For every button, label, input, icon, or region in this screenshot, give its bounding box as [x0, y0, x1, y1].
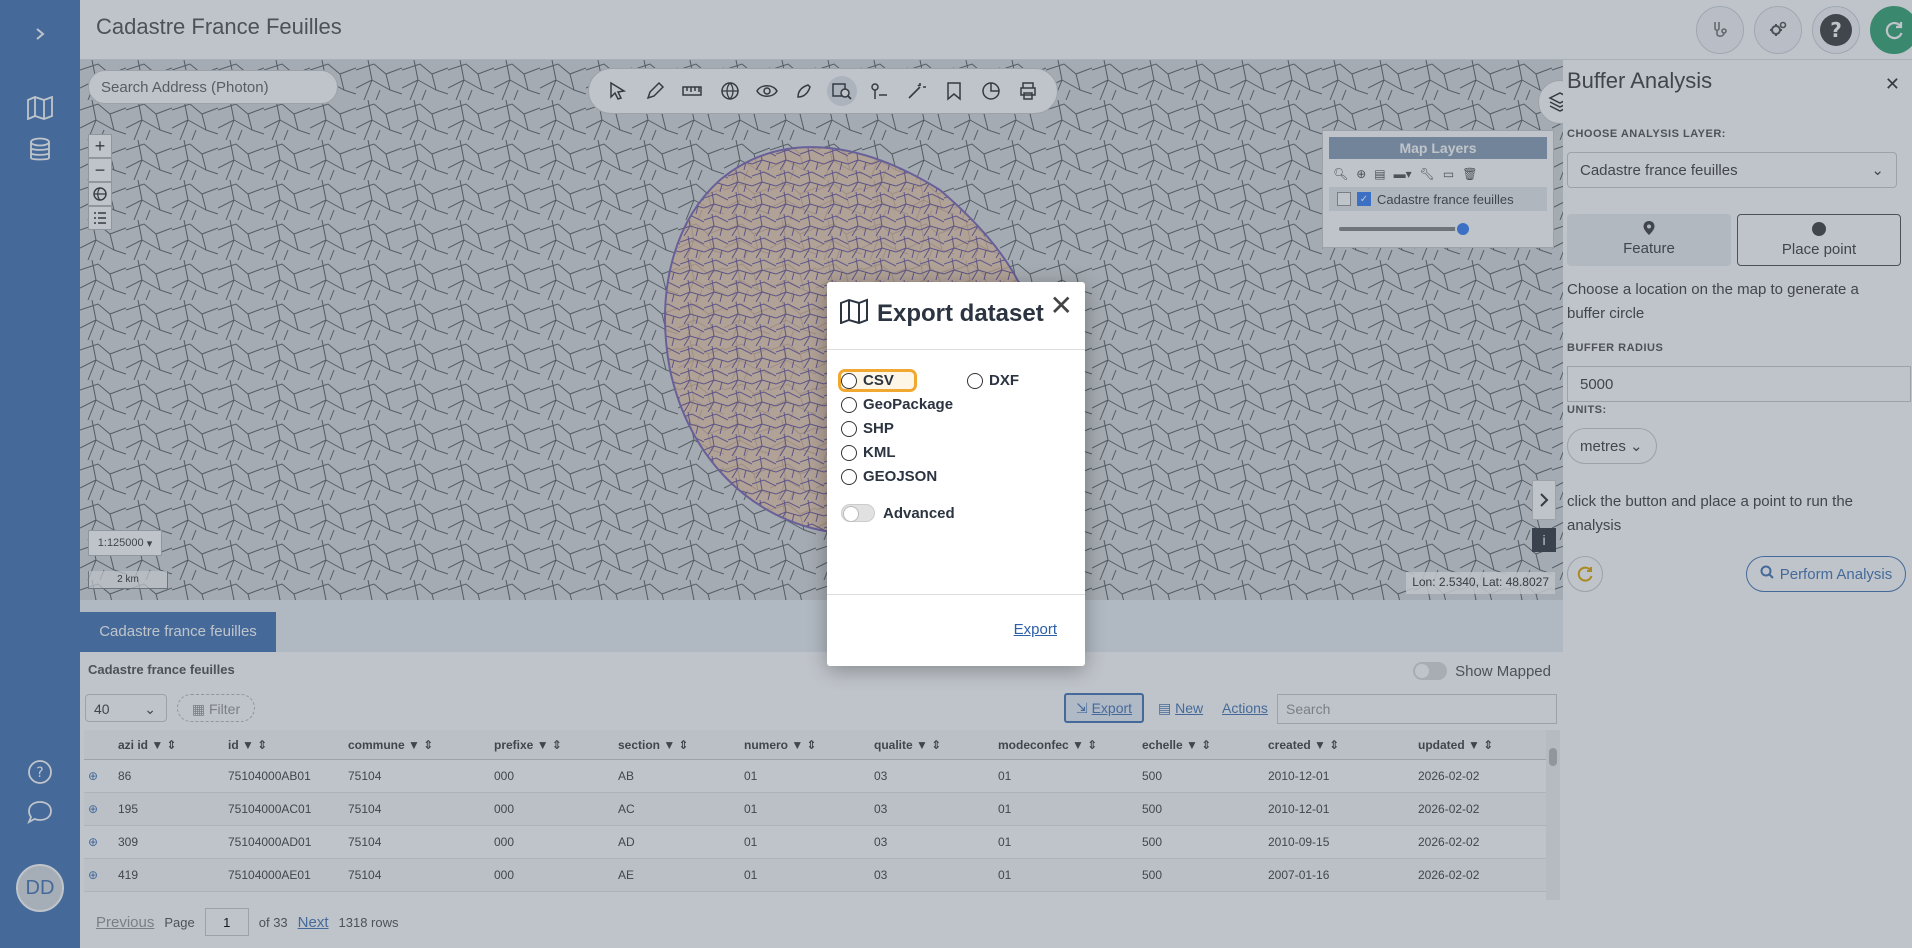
advanced-toggle[interactable]: [841, 504, 875, 522]
format-option-label: SHP: [863, 420, 894, 437]
radio-circle[interactable]: [841, 468, 857, 485]
format-option-label: KML: [863, 444, 896, 461]
radio-circle[interactable]: [841, 420, 857, 437]
format-option-label: GeoPackage: [863, 396, 954, 413]
format-option-csv[interactable]: CSV: [838, 369, 917, 392]
radio-circle[interactable]: [967, 372, 983, 389]
export-dataset-modal: Export dataset ✕ CSV DXF GeoPackage SHP …: [827, 282, 1085, 666]
export-button[interactable]: Export: [1014, 621, 1057, 638]
format-option-shp[interactable]: SHP: [841, 420, 894, 437]
advanced-toggle-row[interactable]: Advanced: [841, 504, 955, 522]
modal-header: Export dataset ✕: [827, 282, 1085, 350]
format-option-dxf[interactable]: DXF: [967, 372, 1019, 389]
modal-footer: Export: [827, 594, 1085, 666]
format-option-label: DXF: [989, 372, 1019, 389]
advanced-label: Advanced: [883, 504, 955, 522]
format-option-label: GEOJSON: [863, 468, 938, 485]
radio-circle[interactable]: [841, 396, 857, 413]
radio-circle[interactable]: [841, 444, 857, 461]
map-icon: [839, 298, 869, 329]
format-option-label: CSV: [863, 372, 894, 389]
modal-title: Export dataset: [877, 300, 1044, 327]
format-option-geopackage[interactable]: GeoPackage: [841, 396, 953, 413]
format-option-kml[interactable]: KML: [841, 444, 896, 461]
format-option-geojson[interactable]: GEOJSON: [841, 468, 937, 485]
radio-circle[interactable]: [841, 372, 857, 389]
close-icon[interactable]: ✕: [1050, 292, 1073, 320]
